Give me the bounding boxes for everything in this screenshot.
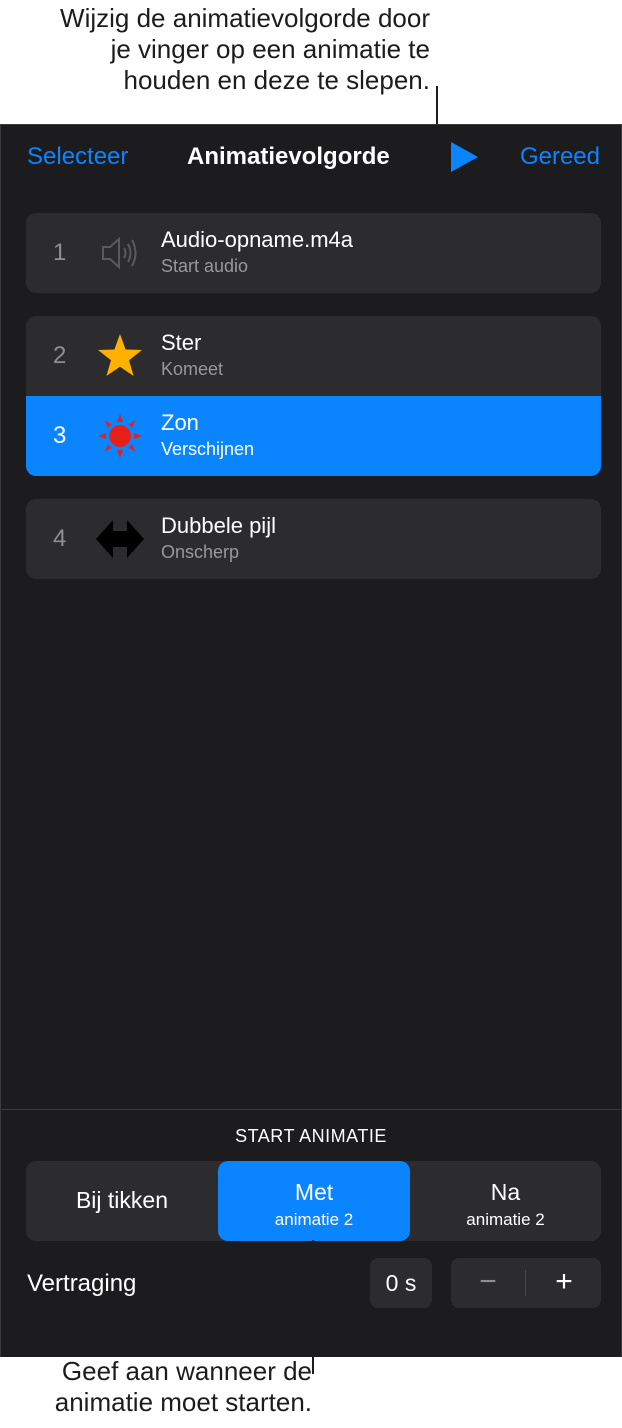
stepper-divider	[525, 1270, 526, 1296]
select-button[interactable]: Selecteer	[27, 143, 128, 171]
panel-title: Animatievolgorde	[187, 143, 390, 170]
option-label: Met	[294, 1179, 334, 1205]
double-arrow-icon	[96, 515, 144, 563]
option-sublabel: animatie 2	[466, 1210, 545, 1229]
star-icon	[96, 332, 144, 380]
animation-row-selected[interactable]: 3 Zon Verschijnen	[26, 396, 601, 476]
option-label: Na	[490, 1179, 521, 1205]
sun-icon	[96, 412, 144, 460]
start-with-option[interactable]: Met animatie 2	[218, 1161, 410, 1241]
animation-number: 1	[53, 239, 67, 266]
animation-effect: Komeet	[161, 359, 224, 379]
animation-effect: Verschijnen	[161, 439, 255, 459]
start-segmented-control: Bij tikken Met animatie 2 Na animatie 2	[26, 1161, 601, 1241]
decrement-button[interactable]: −	[451, 1258, 525, 1308]
section-label: START ANIMATIE	[235, 1126, 387, 1146]
nav-bar: Selecteer Animatievolgorde Gereed	[1, 125, 621, 191]
animation-row[interactable]: 1 Audio-opname.m4a Start audio	[26, 213, 601, 293]
delay-stepper: − +	[451, 1258, 601, 1308]
animation-order-panel: Selecteer Animatievolgorde Gereed 1 Audi…	[0, 124, 622, 1357]
increment-button[interactable]: +	[527, 1258, 601, 1308]
speaker-icon	[96, 229, 144, 277]
callout-leader-line	[312, 1240, 314, 1374]
animation-name: Audio-opname.m4a	[161, 227, 354, 252]
done-button[interactable]: Gereed	[520, 143, 600, 171]
start-on-tap-option[interactable]: Bij tikken	[26, 1161, 218, 1241]
animation-name: Ster	[161, 330, 202, 355]
animation-row[interactable]: 2 Ster Komeet	[26, 316, 601, 396]
animation-effect: Start audio	[161, 256, 249, 276]
animation-number: 4	[53, 525, 67, 552]
option-sublabel: animatie 2	[274, 1210, 354, 1229]
animation-row[interactable]: 4 Dubbele pijl Onscherp	[26, 499, 601, 579]
play-icon[interactable]	[451, 142, 478, 172]
animation-effect: Onscherp	[161, 542, 240, 562]
start-after-option[interactable]: Na animatie 2	[410, 1161, 601, 1241]
start-animation-section: START ANIMATIE Bij tikken Met animatie 2…	[1, 1109, 621, 1358]
animation-number: 3	[53, 422, 67, 449]
animation-name: Dubbele pijl	[161, 513, 276, 538]
delay-label: Vertraging	[27, 1270, 137, 1297]
delay-value-field[interactable]: 0 s	[370, 1258, 432, 1308]
option-label: Bij tikken	[75, 1187, 169, 1213]
animation-number: 2	[53, 342, 67, 369]
callout-start-timing: Geef aan wanneer de animatie moet starte…	[54, 1356, 312, 1417]
callout-reorder: Wijzig de animatievolgorde door je vinge…	[60, 3, 430, 95]
animation-name: Zon	[161, 410, 199, 435]
